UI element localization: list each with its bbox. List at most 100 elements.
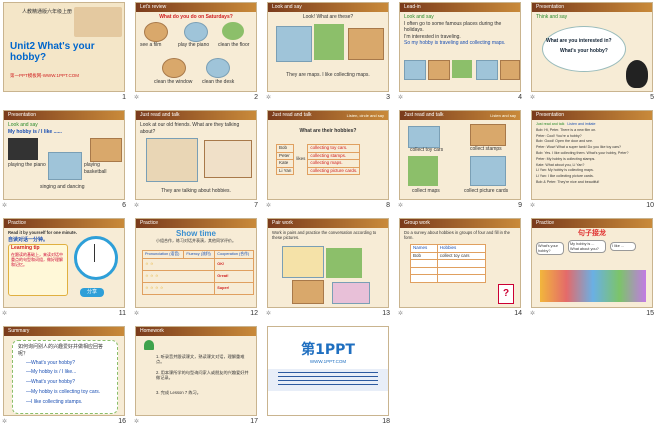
plant-icon [144,340,154,350]
name-li-yan: Li Yan [275,166,295,175]
learning-tip-title: Learning tip [11,245,40,251]
slide-9-instruction: Listen and say [490,113,516,118]
slide-number-17: 17 [250,418,258,425]
name-peter: Peter [275,151,295,160]
star-icon: ✲ [134,419,140,425]
homework-line-2: 2. 用本课所学的句型询问家人或朋友的兴趣爱好并做记录。 [156,370,249,381]
slide-number-9: 9 [518,202,522,209]
slide-5-canvas: Presentation Think and say What are you … [531,2,653,92]
slide-thumbnail-6[interactable]: Presentation Look and say My hobby is / … [0,108,132,216]
hobby-option-2[interactable]: collecting stamps. [307,151,361,160]
star-icon: ✲ [530,95,536,101]
label-see-a-film: see a film [140,42,162,48]
summary-line-4: —My hobby is collecting toy cars. [26,389,101,395]
slide-5-subheading: Think and say [536,14,568,20]
slide-7-question: Look at our old friends. What are they t… [140,122,240,135]
slide-15-canvas: Practice 句子接龙 What's your hobby? My hobb… [531,218,653,308]
slide-thumbnail-4[interactable]: Lead-in Look and say I often go to some … [396,0,528,108]
pair-work-image-4 [332,282,370,304]
star-icon: ✲ [266,95,272,101]
slide-thumbnail-18[interactable]: 第1PPT WWW.1PPT.COM 18 [264,324,396,432]
survey-hobby-4[interactable] [436,274,487,283]
summary-line-2: —My hobby is / I like... [26,369,77,375]
survey-hobby-2[interactable] [436,259,487,268]
slide-3-answer: They are maps. I like collecting maps. [286,72,370,78]
name-bob: Bob [275,144,295,153]
name-kate: Kate [275,159,295,168]
travel-photo-3 [452,60,472,78]
hobby-option-3[interactable]: collecting maps. [307,159,361,168]
slide-thumbnail-1[interactable]: 人教精通版六年级上册 Unit2 What's your hobby? 第一PP… [0,0,132,108]
slide-thumbnail-12[interactable]: Practice Show time 小组合作，练习对话并表演，其他同学评价。 … [132,216,264,324]
slide-thumbnail-10[interactable]: Presentation Just read and talk Listen a… [528,108,660,216]
slide-7-header: Just read and talk [136,111,256,120]
slide-thumbnail-9[interactable]: Just read and talk Listen and say collec… [396,108,528,216]
label-clean-the-desk: clean the desk [202,79,235,85]
slide-number-10: 10 [646,202,654,209]
travel-photo-4 [476,60,498,80]
slide-14-canvas: Group work Do a survey about hobbies in … [399,218,521,308]
airplane-image [500,60,520,80]
star-icon: ✲ [398,95,404,101]
slide-10-header: Presentation [532,111,652,120]
slide-4-line-1: I often go to some famous places during … [404,20,502,34]
building-image [74,7,122,37]
survey-name-4[interactable] [410,274,438,283]
slide-thumbnail-2[interactable]: Let's review What do you do on Saturdays… [132,0,264,108]
rating-ok: OK! [214,257,254,271]
star-icon: ✲ [530,311,536,317]
slide-number-8: 8 [386,202,390,209]
label-playing-the-piano: playing the piano [8,162,46,168]
label-playing-basketball: playing basketball [84,162,107,175]
slide-number-5: 5 [650,94,654,101]
brand-logo-text: 第1PPT [301,342,355,358]
slide-8-question: What are their hobbies? [299,128,357,134]
star-icon: ✲ [134,311,140,317]
survey-name-3[interactable] [410,266,438,275]
slide-thumbnail-14[interactable]: Group work Do a survey about hobbies in … [396,216,528,324]
slide-number-1: 1 [122,94,126,101]
slide-number-15: 15 [646,310,654,317]
slide-thumbnail-13[interactable]: Pair work Work in pairs and practice the… [264,216,396,324]
slide-5-question-2: What's your hobby? [560,48,608,54]
slide-3-question: Look! What are these? [302,14,354,20]
slide-thumbnail-7[interactable]: Just read and talk Look at our old frien… [132,108,264,216]
slide-thumbnail-15[interactable]: Practice 句子接龙 What's your hobby? My hobb… [528,216,660,324]
slide-number-18: 18 [382,418,390,425]
piano-photo [8,138,38,160]
slide-1-title: Unit2 What's your hobby? [10,41,95,63]
show-time-title: Show time [175,229,216,238]
slide-thumbnail-17[interactable]: Homework 1. 听录音并跟读课文，熟读课文对话，理解重难点。 2. 用本… [132,324,264,432]
slide-thumbnail-11[interactable]: Practice Read it by yourself for one min… [0,216,132,324]
slide-14-instruction: Do a survey about hobbies in groups of f… [404,230,510,240]
hobby-option-4[interactable]: collecting picture cards. [307,166,361,175]
share-button[interactable]: 分享 [80,288,104,297]
hobby-option-1[interactable]: collecting toy cars. [307,144,361,153]
slide-thumbnail-3[interactable]: Look and say Look! What are these? They … [264,0,396,108]
travel-photo-1 [404,60,426,80]
piano-image [184,22,208,42]
survey-hobby-3[interactable] [436,266,487,275]
desk-image [206,58,230,78]
slide-9-canvas: Just read and talk Listen and say collec… [399,110,521,200]
survey-name-2[interactable] [410,259,438,268]
hobbies-match-table: Bob likes collecting toy cars. Peter collec… [275,144,361,175]
slide-number-7: 7 [254,202,258,209]
slide-thumbnail-5[interactable]: Presentation Think and say What are you … [528,0,660,108]
label-clean-the-floor: clean the floor [218,42,250,48]
slide-1-footer: 第一PPT模板网-WWW.1PPT.COM [10,73,79,78]
slide-thumbnail-8[interactable]: Just read and talk Listen, circle and sa… [264,108,396,216]
homework-line-1: 1. 听录音并跟读课文，熟读课文对话，理解重难点。 [156,354,245,365]
slide-sorter-grid: 人教精通版六年级上册 Unit2 What's your hobby? 第一PP… [0,0,660,433]
slide-2-question: What do you do on Saturdays? [159,14,233,20]
summary-question: 如何询问别人的兴趣爱好并做相应回答呢？ [18,344,104,357]
smiley-icon: ☺ ☺ ☺ ☺ [141,281,216,295]
kids-cartoon [146,138,198,182]
slide-6-prompt: My hobby is / I like ...... [8,128,62,135]
survey-name-1: Bob [410,251,438,260]
slide-thumbnail-16[interactable]: Summary 如何询问别人的兴趣爱好并做相应回答呢？ —What's your… [0,324,132,432]
col-hobbies: Hobbies [436,244,487,253]
survey-hobby-1: collect toy cars [436,251,487,260]
slide-5-header: Presentation [532,3,652,12]
learning-tip-text: 在跟读的基础上，来读对话中重点的句型和词组，做好理解和记忆。 [11,252,63,267]
